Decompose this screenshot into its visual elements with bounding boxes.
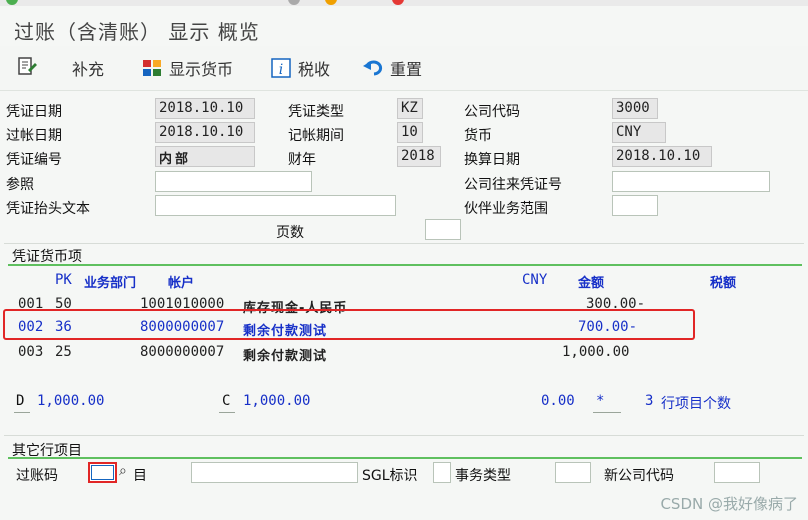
doc-date-field[interactable]: 2018.10.10 bbox=[155, 98, 255, 119]
supplement-label: 补充 bbox=[72, 60, 105, 79]
translation-date-label: 换算日期 bbox=[464, 152, 520, 168]
reset-label: 重置 bbox=[390, 60, 423, 79]
top-window-strip bbox=[0, 0, 808, 6]
undo-icon bbox=[362, 57, 384, 79]
credit-label: C bbox=[222, 393, 231, 409]
posting-key-label: 过账码 bbox=[16, 468, 58, 484]
col-account: 帐户 bbox=[168, 276, 195, 291]
debit-total: 1,000.00 bbox=[37, 393, 105, 409]
other-item-panel bbox=[4, 435, 804, 436]
header-text-field[interactable] bbox=[155, 195, 396, 216]
balance: 0.00 bbox=[541, 393, 575, 409]
posting-key-field[interactable] bbox=[88, 462, 117, 483]
items-section-line bbox=[8, 264, 802, 266]
trading-partner-label: 伙伴业务范围 bbox=[464, 201, 548, 217]
currency-field[interactable]: CNY bbox=[612, 122, 666, 143]
account-label: 目 bbox=[133, 468, 147, 484]
doc-date-label: 凭证日期 bbox=[6, 104, 62, 120]
sgl-field[interactable] bbox=[433, 462, 451, 483]
doc-number-field[interactable]: 内部 bbox=[155, 146, 255, 167]
search-help-icon[interactable]: ⌕ bbox=[119, 463, 127, 479]
tax-button[interactable]: i 税收 bbox=[270, 56, 330, 80]
row-pk: 25 bbox=[55, 344, 72, 360]
tax-label: 税收 bbox=[298, 60, 331, 79]
toolbar-divider bbox=[0, 90, 808, 91]
pages-label: 页数 bbox=[276, 225, 304, 241]
highlight-box bbox=[3, 309, 695, 340]
green-dot-icon bbox=[6, 0, 18, 5]
col-pk: PK bbox=[55, 272, 72, 288]
line-count-label: 行项目个数 bbox=[661, 396, 731, 412]
doc-type-field[interactable]: KZ bbox=[397, 98, 423, 119]
sgl-label: SGL标识 bbox=[362, 468, 418, 484]
posting-date-field[interactable]: 2018.10.10 bbox=[155, 122, 255, 143]
translation-date-field[interactable]: 2018.10.10 bbox=[612, 146, 712, 167]
document-edit-button[interactable] bbox=[16, 56, 38, 78]
reference-label: 参照 bbox=[6, 177, 34, 193]
items-panel bbox=[4, 243, 804, 244]
watermark: CSDN @我好像病了 bbox=[660, 495, 798, 513]
info-icon: i bbox=[270, 57, 292, 79]
row-amount: 1,000.00 bbox=[562, 344, 630, 360]
period-label: 记帐期间 bbox=[288, 128, 344, 144]
new-company-label: 新公司代码 bbox=[604, 468, 674, 484]
trans-type-field[interactable] bbox=[555, 462, 591, 483]
fiscal-year-field[interactable]: 2018 bbox=[397, 146, 441, 167]
intercompany-label: 公司往来凭证号 bbox=[464, 177, 562, 193]
toolbar: 补充 显示货币 i 税收 重置 bbox=[0, 46, 808, 90]
currency-display-icon bbox=[141, 57, 163, 79]
header-text-label: 凭证抬头文本 bbox=[6, 201, 90, 217]
trading-partner-field[interactable] bbox=[612, 195, 658, 216]
new-company-field[interactable] bbox=[714, 462, 760, 483]
col-tax: 税额 bbox=[710, 276, 737, 291]
line-count: 3 bbox=[645, 393, 654, 409]
col-bus-area: 业务部门 bbox=[84, 276, 137, 291]
reference-field[interactable] bbox=[155, 171, 312, 192]
page-title: 过账（含清账） 显示 概览 bbox=[14, 20, 260, 44]
account-field[interactable] bbox=[191, 462, 358, 483]
balance-marker: * bbox=[596, 393, 605, 409]
row-account: 8000000007 bbox=[140, 344, 225, 360]
period-field[interactable]: 10 bbox=[397, 122, 423, 143]
items-section-title: 凭证货币项 bbox=[12, 249, 82, 265]
row-text: 剩余付款测试 bbox=[243, 349, 328, 364]
display-currency-button[interactable]: 显示货币 bbox=[141, 56, 233, 80]
supplement-button[interactable]: 补充 bbox=[72, 56, 104, 80]
doc-type-label: 凭证类型 bbox=[288, 104, 344, 120]
display-currency-label: 显示货币 bbox=[169, 60, 234, 79]
credit-underline bbox=[219, 412, 235, 413]
svg-text:i: i bbox=[279, 62, 283, 78]
trans-type-label: 事务类型 bbox=[455, 468, 511, 484]
row-line: 003 bbox=[18, 344, 44, 360]
posting-date-label: 过帐日期 bbox=[6, 128, 62, 144]
pages-field[interactable] bbox=[425, 219, 461, 240]
other-item-section-line bbox=[8, 457, 802, 459]
col-amount: 金额 bbox=[578, 276, 605, 291]
company-code-label: 公司代码 bbox=[464, 104, 520, 120]
red-dot-icon bbox=[392, 0, 404, 5]
marker-underline bbox=[593, 412, 621, 413]
yellow-dot-icon bbox=[325, 0, 337, 5]
col-currency: CNY bbox=[522, 272, 548, 288]
debit-label: D bbox=[16, 393, 25, 409]
company-code-field[interactable]: 3000 bbox=[612, 98, 658, 119]
document-edit-icon bbox=[16, 56, 38, 78]
intercompany-field[interactable] bbox=[612, 171, 770, 192]
fiscal-year-label: 财年 bbox=[288, 152, 316, 168]
reset-button[interactable]: 重置 bbox=[362, 56, 422, 80]
doc-number-label: 凭证编号 bbox=[6, 152, 62, 168]
credit-total: 1,000.00 bbox=[243, 393, 311, 409]
currency-label: 货币 bbox=[464, 128, 492, 144]
debit-underline bbox=[14, 412, 30, 413]
gray-dot-icon bbox=[288, 0, 300, 5]
